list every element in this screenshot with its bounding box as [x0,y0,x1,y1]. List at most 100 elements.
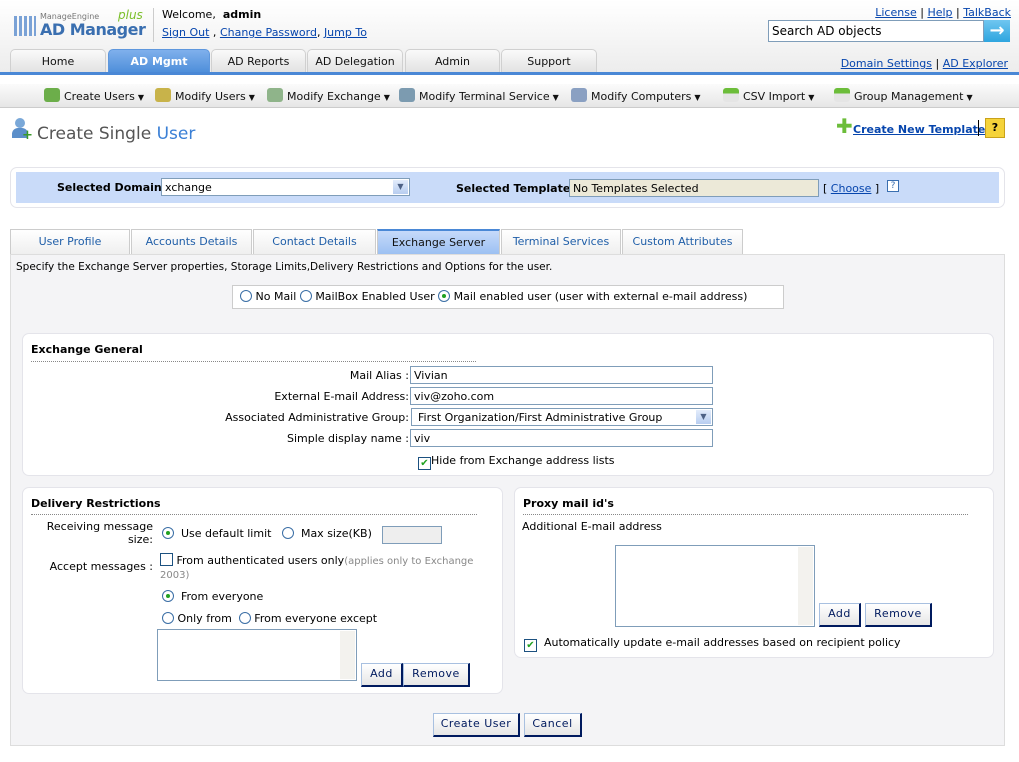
radio-label: From everyone except [254,612,378,625]
radio-only-from[interactable] [162,612,174,624]
hide-from-lists-checkbox[interactable]: ✔ [418,457,431,470]
menu-label: Group Management [854,90,964,103]
chevron-down-icon: ▼ [393,180,408,194]
scrollbar[interactable] [340,631,355,679]
section-title: Proxy mail id's [523,497,614,510]
menu-label: Modify Terminal Service [419,90,550,103]
import-icon [723,88,739,102]
tab-accounts-details[interactable]: Accounts Details [131,229,252,254]
menu-group-management[interactable]: Group Management ▼ [834,88,973,103]
radio-label: MailBox Enabled User [315,290,435,303]
external-email-input[interactable]: viv@zoho.com [410,387,713,405]
change-password-link[interactable]: Change Password [220,26,317,39]
hide-from-lists: ✔ Hide from Exchange address lists [418,454,615,470]
radio-everyone-except[interactable] [238,612,251,624]
tab-underline [0,72,1019,75]
menu-csv-import[interactable]: CSV Import ▼ [723,88,814,103]
mail-alias-input[interactable]: Vivian [410,366,713,384]
choose-template-link[interactable]: Choose [831,182,872,195]
create-user-button[interactable]: Create User [433,713,520,737]
logo-edition: plus [118,8,143,22]
radio-from-everyone[interactable] [162,590,174,602]
page-title-b: User [156,124,196,144]
menu-modify-users[interactable]: Modify Users ▼ [155,88,255,103]
users-add-icon [44,88,60,102]
sender-list[interactable] [157,629,357,681]
domain-settings-link[interactable]: Domain Settings [841,57,932,70]
talkback-link[interactable]: TalkBack [963,6,1011,19]
domain-value: xchange [165,181,212,194]
template-label: Selected Template: [456,182,575,195]
mail-type-group: No Mail MailBox Enabled User Mail enable… [232,285,784,309]
caret-down-icon: ▼ [966,93,973,102]
create-new-template-link[interactable]: Create New Template [853,123,985,136]
caret-down-icon: ▼ [383,93,390,102]
caret-down-icon: ▼ [808,93,815,102]
menu-modify-terminal-service[interactable]: Modify Terminal Service ▼ [399,88,559,103]
auth-only-checkbox[interactable] [160,553,173,566]
computer-icon [571,88,587,102]
radio-max-size[interactable] [281,527,294,539]
search-input[interactable]: Search AD objects [768,20,984,42]
welcome-text: Welcome, [162,8,216,21]
radio-label: Max size(KB) [300,527,372,540]
caret-down-icon: ▼ [694,93,701,102]
tab-contact-details[interactable]: Contact Details [253,229,376,254]
menu-label: Create Users [64,90,135,103]
username: admin [222,8,262,21]
ad-explorer-link[interactable]: AD Explorer [943,57,1008,70]
menu-create-users[interactable]: Create Users ▼ [44,88,144,103]
license-link[interactable]: License [875,6,916,19]
proxy-email-list[interactable] [615,545,815,627]
tab-custom-attributes[interactable]: Custom Attributes [622,229,743,254]
admin-group-value: First Organization/First Administrative … [418,411,663,424]
main-tab-ad-mgmt[interactable]: AD Mgmt [108,49,210,72]
main-tab-admin[interactable]: Admin [405,49,500,72]
auto-update-checkbox[interactable]: ✔ [524,639,537,652]
radio-default-limit[interactable] [162,527,174,539]
radio-mail-enabled[interactable] [438,290,451,302]
help-icon[interactable]: ? [985,118,1005,138]
jump-to-link[interactable]: Jump To [324,26,367,39]
help-link[interactable]: Help [927,6,952,19]
proxy-add-button[interactable]: Add [819,603,861,627]
tab-user-profile[interactable]: User Profile [10,229,130,254]
menu-label: Modify Users [175,90,246,103]
scrollbar[interactable] [798,547,813,625]
radio-label: No Mail [255,290,297,303]
sender-remove-button[interactable]: Remove [403,663,470,687]
display-name-input[interactable]: viv [410,429,713,447]
menu-modify-computers[interactable]: Modify Computers ▼ [571,88,701,103]
menu-modify-exchange[interactable]: Modify Exchange ▼ [267,88,390,103]
radio-mailbox-enabled[interactable] [299,290,312,302]
radio-no-mail[interactable] [240,290,252,302]
sender-add-button[interactable]: Add [361,663,403,687]
help-icon[interactable]: ? [887,180,899,192]
proxy-remove-button[interactable]: Remove [865,603,932,627]
section-title: Delivery Restrictions [31,497,161,510]
main-tab-support[interactable]: Support [501,49,597,72]
from-everyone: From everyone [162,590,263,603]
admin-group-select[interactable]: First Organization/First Administrative … [411,408,713,426]
bracket: [ [823,182,828,195]
page-title: Create Single User [37,124,195,144]
search-go-button[interactable]: → [984,20,1010,42]
mail-alias-label: Mail Alias : [349,369,409,382]
size-options: Use default limit Max size(KB) [162,527,372,540]
domain-select[interactable]: xchange ▼ [161,178,410,196]
template-field: No Templates Selected [569,179,819,197]
divider [523,514,968,515]
main-tab-ad-delegation[interactable]: AD Delegation [307,49,403,72]
checkbox-label: From authenticated users only [176,554,345,567]
main-tab-ad-reports[interactable]: AD Reports [211,49,306,72]
welcome: Welcome, admin [162,8,261,21]
sign-out-link[interactable]: Sign Out [162,26,209,39]
tab-terminal-services[interactable]: Terminal Services [501,229,621,254]
cancel-button[interactable]: Cancel [524,713,582,737]
max-size-input[interactable] [382,526,442,544]
terminal-icon [399,88,415,102]
tab-exchange-server[interactable]: Exchange Server [377,229,500,254]
radio-label: Mail enabled user (user with external e-… [453,290,748,303]
main-tab-home[interactable]: Home [10,49,106,72]
menu-label: Modify Computers [591,90,692,103]
